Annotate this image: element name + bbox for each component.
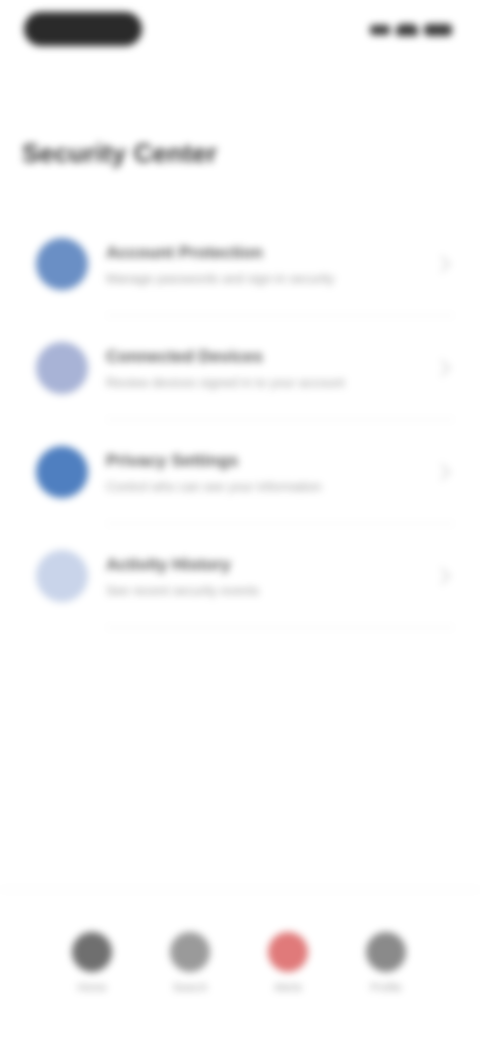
dynamic-island xyxy=(24,12,142,46)
profile-icon xyxy=(366,932,406,972)
search-icon xyxy=(170,932,210,972)
list-item-subtitle: Review devices signed in to your account xyxy=(106,374,345,390)
tab-search[interactable]: Search xyxy=(160,932,220,994)
battery-icon xyxy=(424,24,452,36)
list-item[interactable]: Account Protection Manage passwords and … xyxy=(0,212,480,316)
tab-alerts[interactable]: Alerts xyxy=(258,932,318,994)
tab-label: Search xyxy=(172,982,208,994)
lock-icon xyxy=(36,446,88,498)
list-item-subtitle: Control who can see your information xyxy=(106,478,322,494)
status-bar xyxy=(0,0,480,64)
home-icon xyxy=(72,932,112,972)
list-item-title: Account Protection xyxy=(106,242,263,262)
chevron-right-icon xyxy=(433,463,451,481)
history-icon xyxy=(36,550,88,602)
list-item[interactable]: Activity History See recent security eve… xyxy=(0,524,480,628)
settings-list: Account Protection Manage passwords and … xyxy=(0,212,480,628)
tab-label: Home xyxy=(77,982,107,994)
signal-icon xyxy=(370,25,390,35)
chevron-right-icon xyxy=(433,359,451,377)
list-item[interactable]: Connected Devices Review devices signed … xyxy=(0,316,480,420)
list-item-title: Privacy Settings xyxy=(106,450,239,470)
tab-label: Alerts xyxy=(273,982,303,994)
tab-bar: Home Search Alerts Profile xyxy=(0,889,480,1040)
list-item-title: Connected Devices xyxy=(106,346,263,366)
chevron-right-icon xyxy=(433,567,451,585)
chevron-right-icon xyxy=(433,255,451,273)
list-item-subtitle: Manage passwords and sign-in security xyxy=(106,270,335,286)
tab-label: Profile xyxy=(370,982,402,994)
list-item-subtitle: See recent security events xyxy=(106,582,260,598)
list-item[interactable]: Privacy Settings Control who can see you… xyxy=(0,420,480,524)
devices-icon xyxy=(36,342,88,394)
alert-icon xyxy=(268,932,308,972)
wifi-icon xyxy=(396,24,418,36)
tab-profile[interactable]: Profile xyxy=(356,932,416,994)
screen: Security Center Account Protection Manag… xyxy=(0,0,480,1040)
status-icons xyxy=(360,22,452,38)
page-title: Security Center xyxy=(22,138,218,168)
shield-icon xyxy=(36,238,88,290)
list-item-title: Activity History xyxy=(106,554,231,574)
tab-home[interactable]: Home xyxy=(62,932,122,994)
